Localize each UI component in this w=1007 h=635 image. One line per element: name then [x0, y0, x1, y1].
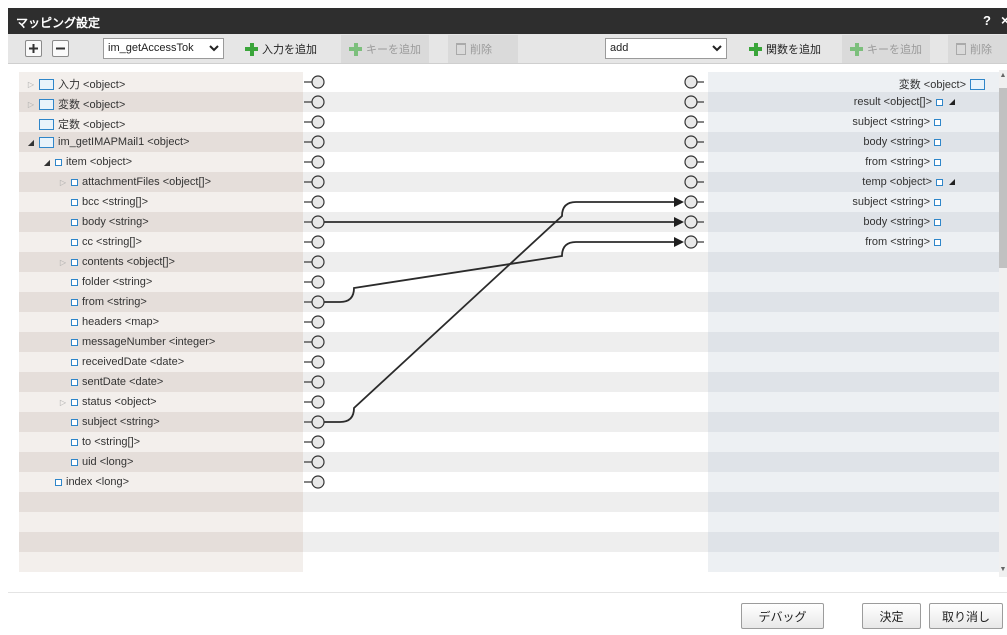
add-key-left-button[interactable]: キーを追加: [341, 35, 429, 63]
plus-icon: [749, 42, 762, 56]
left-connector-node: [311, 235, 325, 249]
delete-right-label: 削除: [970, 44, 992, 56]
left-connector-node: [311, 355, 325, 369]
left-connector-node: [311, 375, 325, 389]
left-connector-node: [311, 175, 325, 189]
add-function-button[interactable]: 関数を追加: [741, 35, 829, 63]
add-input-label: 入力を追加: [262, 44, 317, 56]
left-connector-node: [311, 115, 325, 129]
scroll-down-icon[interactable]: ▼: [999, 566, 1007, 573]
right-connector-node: [684, 155, 698, 169]
trash-icon: [456, 43, 466, 55]
vertical-scrollbar[interactable]: ▲ ▼: [999, 70, 1007, 577]
left-connector-node: [311, 255, 325, 269]
mapping-line: [318, 241, 676, 303]
right-connector-node: [684, 135, 698, 149]
left-connector-node: [311, 215, 325, 229]
delete-left-button[interactable]: 削除: [448, 35, 518, 63]
add-key-right-label: キーを追加: [867, 44, 922, 56]
right-connector-node: [684, 75, 698, 89]
left-connector-node: [311, 455, 325, 469]
left-connector-node: [311, 295, 325, 309]
scrollbar-thumb[interactable]: [999, 88, 1007, 268]
left-connector-node: [311, 335, 325, 349]
add-function-label: 関数を追加: [766, 44, 821, 56]
function-select[interactable]: add: [605, 38, 727, 59]
right-connector-node: [684, 175, 698, 189]
help-icon[interactable]: ?: [983, 13, 991, 28]
ok-button[interactable]: 決定: [862, 603, 921, 629]
plus-icon: [349, 42, 362, 56]
mapping-line: [318, 201, 676, 423]
right-connector-node: [684, 115, 698, 129]
delete-right-button[interactable]: 削除: [948, 35, 1007, 63]
mapping-lines: [304, 75, 704, 489]
left-connector-node: [311, 195, 325, 209]
dialog-titlebar: マッピング設定 ? ×: [8, 8, 1007, 34]
left-connector-node: [311, 475, 325, 489]
left-connector-node: [311, 155, 325, 169]
right-connector-node: [684, 95, 698, 109]
dialog-title: マッピング設定: [16, 16, 101, 30]
plus-icon: [850, 42, 863, 56]
left-connector-node: [311, 395, 325, 409]
delete-left-label: 削除: [470, 44, 492, 56]
left-connector-node: [311, 415, 325, 429]
debug-button[interactable]: デバッグ: [741, 603, 824, 629]
add-key-left-label: キーを追加: [366, 44, 421, 56]
mapping-area: ▷ 入力 <object> 変数 <object> ▷ 変数 <object> resul…: [19, 70, 1007, 577]
right-connector-node: [684, 235, 698, 249]
collapse-all-button[interactable]: [52, 40, 69, 57]
left-connector-node: [311, 75, 325, 89]
cancel-button[interactable]: 取り消し: [929, 603, 1003, 629]
right-connector-node: [684, 215, 698, 229]
minus-icon: [56, 47, 65, 50]
add-key-right-button[interactable]: キーを追加: [842, 35, 930, 63]
footer-divider: [8, 592, 1007, 593]
expand-all-button[interactable]: [25, 40, 42, 57]
mapping-arrow-icon: [674, 237, 684, 247]
left-connector-node: [311, 135, 325, 149]
scroll-up-icon[interactable]: ▲: [999, 72, 1007, 79]
close-icon[interactable]: ×: [1001, 12, 1007, 28]
left-source-select-value: im_getAccessTok: [108, 42, 194, 54]
left-connector-node: [311, 275, 325, 289]
right-connector-node: [684, 195, 698, 209]
chevron-down-icon: [712, 45, 722, 52]
function-select-value: add: [610, 42, 629, 54]
mapping-toolbar: im_getAccessTok 入力を追加 キーを追加 削除 add 関数を追加…: [8, 34, 1007, 64]
chevron-down-icon: [209, 45, 219, 52]
trash-icon: [956, 43, 966, 55]
left-connector-node: [311, 435, 325, 449]
left-connector-node: [311, 315, 325, 329]
plus-icon: [245, 42, 258, 56]
left-source-select[interactable]: im_getAccessTok: [103, 38, 224, 59]
mapping-arrow-icon: [674, 197, 684, 207]
mapping-arrow-icon: [674, 217, 684, 227]
add-input-button[interactable]: 入力を追加: [237, 35, 325, 63]
left-connector-node: [311, 95, 325, 109]
plus-icon: [29, 44, 38, 53]
